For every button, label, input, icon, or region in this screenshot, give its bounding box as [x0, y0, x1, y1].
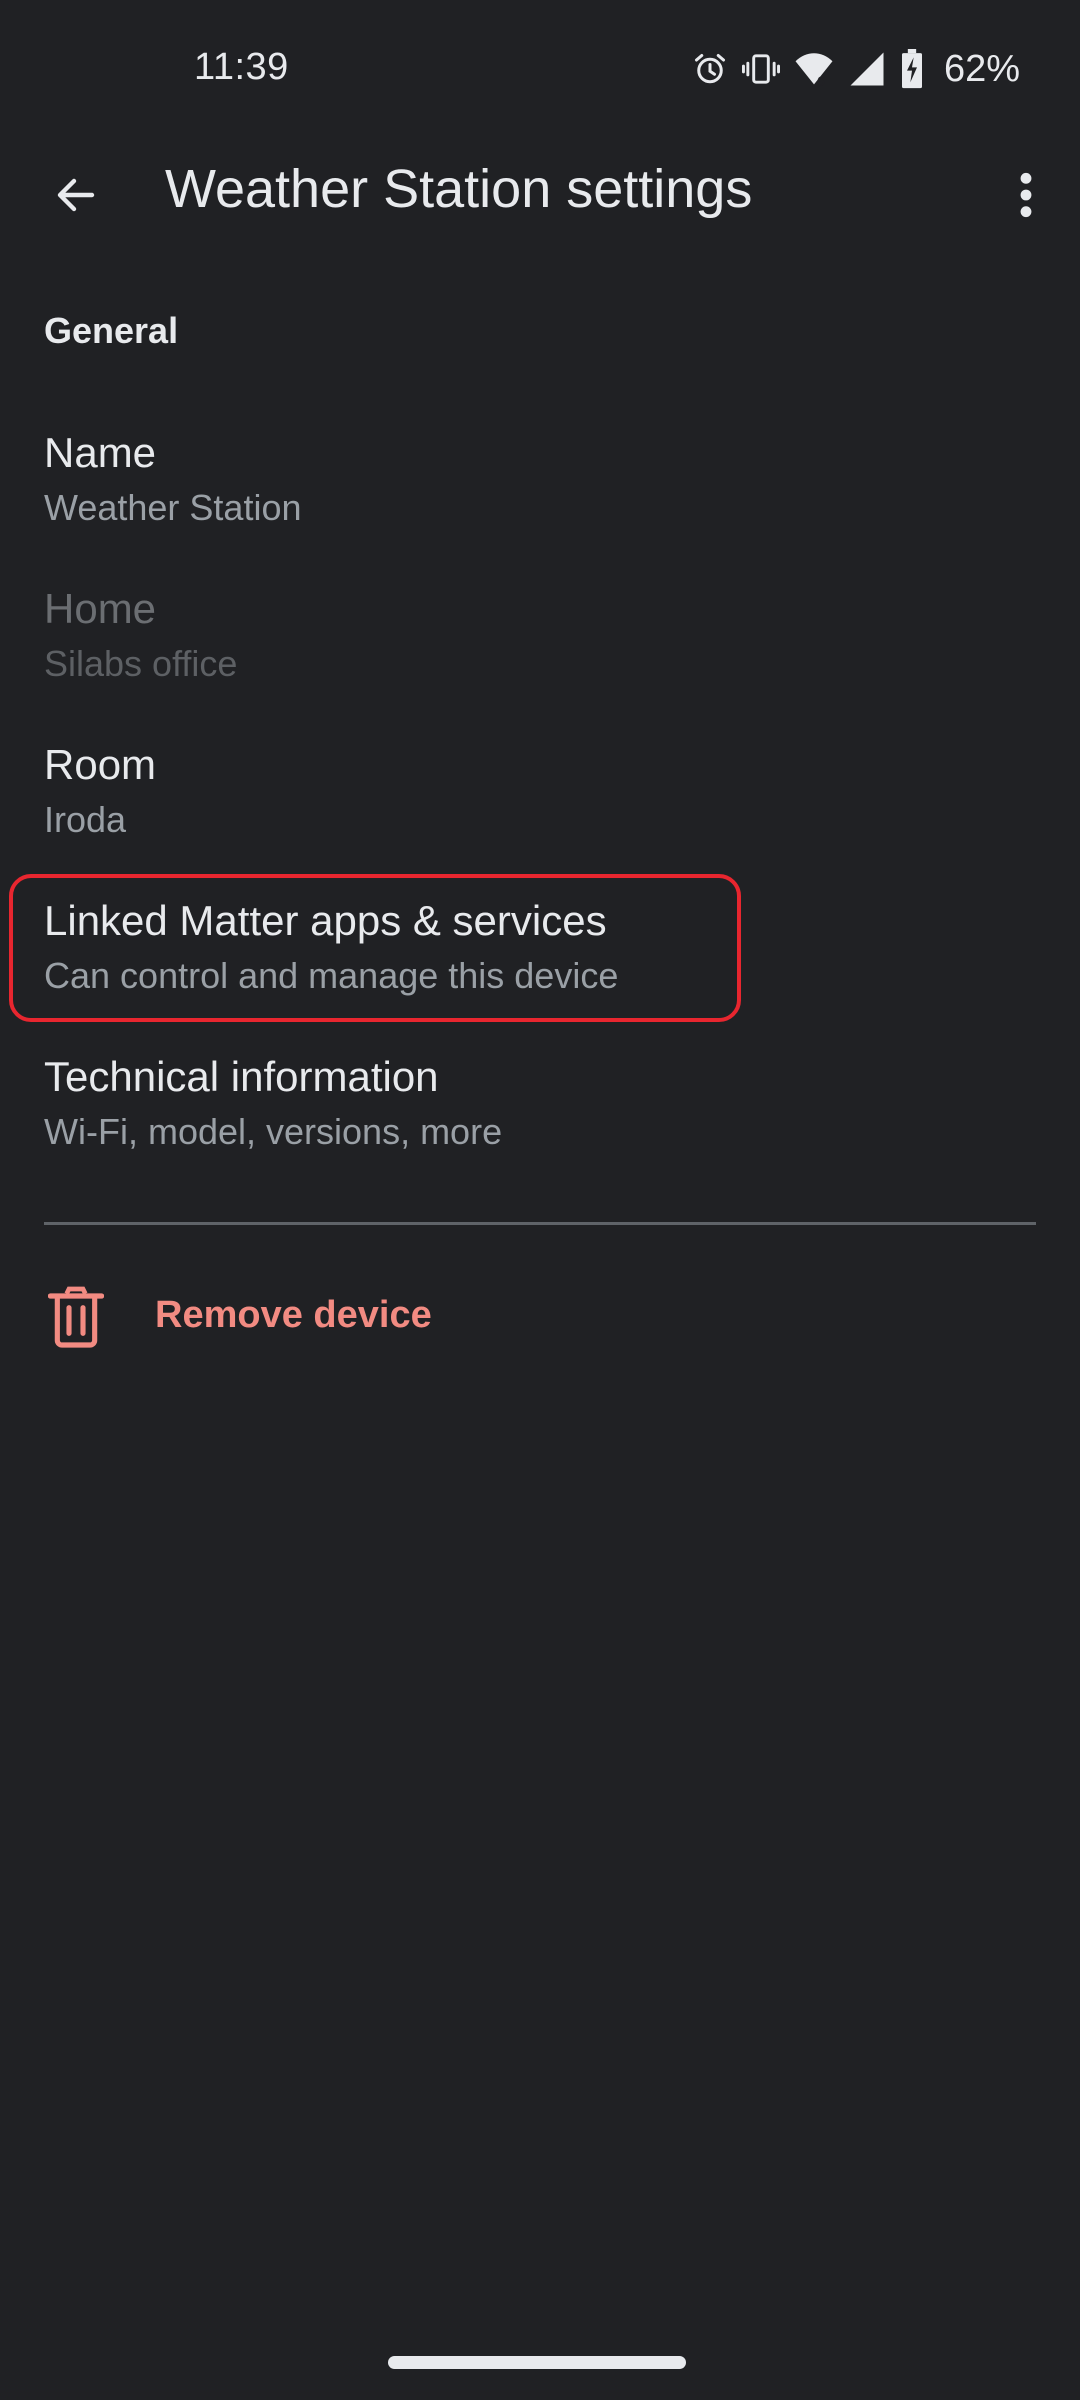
- setting-name-value: Weather Station: [44, 487, 302, 528]
- wifi-6-icon: 6: [794, 50, 834, 88]
- section-header-general: General: [44, 310, 179, 351]
- battery-percentage: 62%: [943, 47, 1020, 90]
- setting-home-value: Silabs office: [44, 643, 238, 684]
- more-vert-icon: [1020, 172, 1032, 218]
- page-title: Weather Station settings: [165, 159, 753, 219]
- setting-home: Home Silabs office: [0, 561, 1080, 711]
- svg-text:6: 6: [817, 73, 825, 88]
- back-button[interactable]: [36, 163, 116, 227]
- arrow-back-icon: [57, 178, 95, 212]
- setting-technical-information-value: Wi-Fi, model, versions, more: [44, 1111, 503, 1152]
- setting-room-value: Iroda: [44, 799, 127, 840]
- remove-device-label: Remove device: [155, 1294, 432, 1336]
- status-time: 11:39: [194, 46, 289, 88]
- setting-linked-matter-apps[interactable]: Linked Matter apps & services Can contro…: [0, 873, 1080, 1023]
- setting-technical-information-title: Technical information: [44, 1053, 439, 1100]
- alarm-icon: [692, 51, 728, 87]
- status-bar: 11:39 6 62%: [0, 0, 1080, 140]
- setting-home-title: Home: [44, 585, 157, 632]
- setting-name[interactable]: Name Weather Station: [0, 405, 1080, 555]
- trash-icon: [48, 1286, 104, 1348]
- home-indicator[interactable]: [388, 2356, 686, 2369]
- vibrate-icon: [741, 51, 780, 87]
- setting-room-title: Room: [44, 741, 157, 788]
- cell-signal-icon: [848, 51, 886, 87]
- screen: 11:39 6 62% Weather Station settings Gen…: [0, 0, 1080, 2400]
- divider: [44, 1222, 1036, 1225]
- battery-charging-icon: [900, 49, 924, 89]
- setting-room[interactable]: Room Iroda: [0, 717, 1080, 867]
- setting-technical-information[interactable]: Technical information Wi-Fi, model, vers…: [0, 1029, 1080, 1179]
- app-bar: Weather Station settings: [0, 140, 1080, 250]
- remove-device-button[interactable]: Remove device: [0, 1266, 1080, 1366]
- setting-linked-matter-apps-value: Can control and manage this device: [44, 955, 619, 996]
- setting-name-title: Name: [44, 429, 157, 476]
- more-options-button[interactable]: [994, 163, 1058, 227]
- status-icons: 6 62%: [692, 44, 1020, 94]
- setting-linked-matter-apps-title: Linked Matter apps & services: [44, 897, 607, 944]
